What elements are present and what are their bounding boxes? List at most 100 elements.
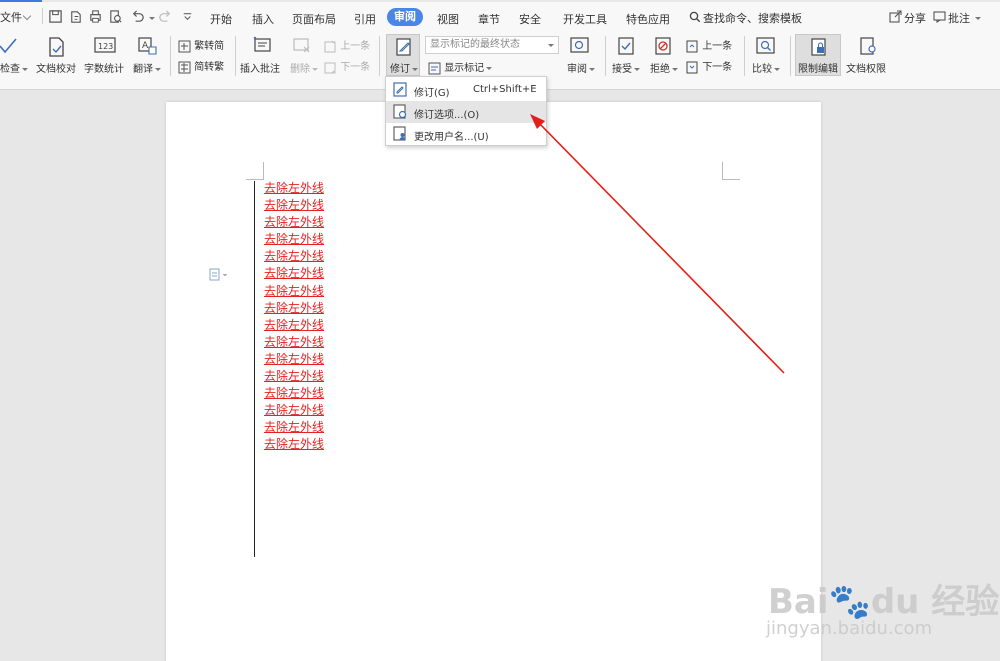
prev-change-button[interactable]: 上一条	[686, 37, 732, 53]
check-label: 检查	[0, 64, 20, 75]
insert-comment-icon	[253, 36, 271, 52]
next-comment-label: 下一条	[340, 62, 371, 73]
proofread-icon	[49, 37, 64, 57]
track-changes-button[interactable]: 修订	[386, 34, 420, 76]
customize-toolbar-icon[interactable]	[180, 9, 195, 24]
revision-text-line[interactable]: 去除左外线	[264, 419, 324, 436]
revision-text-line[interactable]: 去除左外线	[264, 283, 324, 300]
show-markup-label: 显示标记	[444, 63, 485, 74]
restrict-editing-label: 限制编辑	[798, 64, 838, 75]
proofread-button[interactable]: 文档校对	[36, 36, 76, 76]
menu-item-change-username-label: 更改用户名...(U)	[414, 132, 489, 143]
search-icon[interactable]	[689, 11, 701, 23]
compare-icon	[756, 37, 775, 54]
trad-to-simp-button[interactable]: 繁转简	[178, 37, 224, 53]
tab-insert[interactable]: 插入	[252, 11, 274, 27]
revision-text-line[interactable]: 去除左外线	[264, 214, 324, 231]
tab-page-layout[interactable]: 页面布局	[292, 11, 336, 27]
revision-text-line[interactable]: 去除左外线	[264, 402, 324, 419]
menu-item-track-changes[interactable]: 修订(G) Ctrl+Shift+E	[386, 79, 546, 101]
simp-to-trad-button[interactable]: 简转繁	[178, 58, 224, 74]
markup-display-caret-icon	[548, 44, 554, 47]
show-markup-button[interactable]: 显示标记	[428, 59, 493, 75]
document-body[interactable]: 去除左外线 去除左外线 去除左外线 去除左外线 去除左外线 去除左外线 去除左外线 去除左外线…	[264, 180, 324, 454]
revision-text-line[interactable]: 去除左外线	[264, 334, 324, 351]
delete-comment-icon	[293, 38, 310, 53]
tab-view[interactable]: 视图	[437, 11, 459, 27]
tab-developer-tools[interactable]: 开发工具	[563, 11, 607, 27]
translate-button[interactable]: A 翻译	[133, 36, 165, 76]
insert-comment-button[interactable]: 插入批注	[240, 36, 284, 76]
word-count-button[interactable]: 123 字数统计	[84, 36, 126, 76]
comment-icon[interactable]	[933, 10, 946, 23]
revision-text-line[interactable]: 去除左外线	[264, 197, 324, 214]
restrict-editing-button[interactable]: 限制编辑	[795, 34, 841, 76]
paragraph-layout-icon[interactable]	[209, 268, 229, 282]
save-icon[interactable]	[48, 9, 63, 24]
show-markup-caret-icon	[486, 66, 493, 70]
revision-text-line[interactable]: 去除左外线	[264, 180, 324, 197]
accept-button[interactable]: 接受	[610, 36, 644, 76]
search-commands-input[interactable]: 查找命令、搜索模板	[703, 10, 802, 26]
reject-button[interactable]: 拒绝	[648, 36, 680, 76]
revision-text-line[interactable]: 去除左外线	[264, 248, 324, 265]
divider	[235, 36, 236, 76]
revision-text-line[interactable]: 去除左外线	[264, 265, 324, 282]
tab-chapter[interactable]: 章节	[478, 11, 500, 27]
show-markup-icon	[428, 62, 441, 74]
print-icon[interactable]	[88, 9, 103, 24]
output-pdf-icon[interactable]	[68, 9, 83, 24]
tab-home[interactable]: 开始	[210, 11, 232, 27]
revision-text-line[interactable]: 去除左外线	[264, 436, 324, 453]
track-changes-label: 修订	[390, 64, 410, 75]
track-changes-dropdown: 修订(G) Ctrl+Shift+E 修订选项...(O) 更改用户名...(U…	[385, 76, 547, 146]
revision-text-line[interactable]: 去除左外线	[264, 231, 324, 248]
tab-references[interactable]: 引用	[354, 11, 376, 27]
divider	[605, 36, 606, 76]
markup-display-value: 显示标记的最终状态	[430, 39, 520, 50]
prev-comment-button[interactable]: 上一条	[324, 37, 370, 53]
menu-item-track-changes-label: 修订(G)	[414, 88, 450, 99]
divider	[379, 36, 380, 76]
next-change-button[interactable]: 下一条	[686, 58, 732, 74]
prev-change-label: 上一条	[702, 41, 733, 52]
document-permission-button[interactable]: 文档权限	[846, 36, 888, 76]
check-button[interactable]: 检查	[0, 36, 30, 76]
next-change-icon	[686, 61, 698, 73]
check-icon	[0, 38, 17, 54]
check-caret-icon	[22, 67, 28, 71]
file-menu[interactable]: 文件	[0, 9, 22, 25]
change-username-icon	[393, 126, 406, 141]
trad-to-simp-label: 繁转简	[194, 41, 225, 52]
svg-text:123: 123	[98, 42, 113, 51]
next-comment-button[interactable]: 下一条	[324, 58, 370, 74]
tab-review[interactable]: 审阅	[387, 8, 423, 26]
delete-comment-button[interactable]: 删除	[288, 36, 318, 76]
tab-special-features[interactable]: 特色应用	[626, 11, 670, 27]
menu-item-track-options[interactable]: 修订选项...(O)	[386, 101, 546, 123]
menu-item-change-username[interactable]: 更改用户名...(U)	[386, 123, 546, 145]
revision-text-line[interactable]: 去除左外线	[264, 385, 324, 402]
document-permission-label: 文档权限	[846, 64, 886, 75]
compare-button[interactable]: 比较	[750, 36, 784, 76]
revision-text-line[interactable]: 去除左外线	[264, 351, 324, 368]
revision-text-line[interactable]: 去除左外线	[264, 300, 324, 317]
revision-text-line[interactable]: 去除左外线	[264, 368, 324, 385]
review-pane-button[interactable]: 审阅	[565, 36, 597, 76]
comment-button[interactable]: 批注	[948, 10, 970, 26]
redo-icon[interactable]	[158, 9, 173, 24]
share-button[interactable]: 分享	[904, 10, 926, 26]
undo-icon[interactable]	[130, 9, 145, 24]
reject-label: 拒绝	[650, 64, 670, 75]
tab-security[interactable]: 安全	[519, 11, 541, 27]
undo-dropdown-caret-icon[interactable]	[149, 17, 155, 20]
share-icon[interactable]	[889, 10, 902, 23]
comment-dropdown-caret-icon[interactable]	[975, 17, 981, 20]
print-preview-icon[interactable]	[108, 9, 123, 24]
revision-text-line[interactable]: 去除左外线	[264, 317, 324, 334]
file-menu-caret-icon[interactable]	[22, 11, 32, 21]
baidu-jingyan-watermark-logo: Bai🐾du 经验	[768, 582, 1000, 622]
review-pane-label: 审阅	[567, 64, 587, 75]
track-changes-menu-icon	[393, 82, 407, 97]
markup-display-select[interactable]: 显示标记的最终状态	[425, 36, 559, 54]
